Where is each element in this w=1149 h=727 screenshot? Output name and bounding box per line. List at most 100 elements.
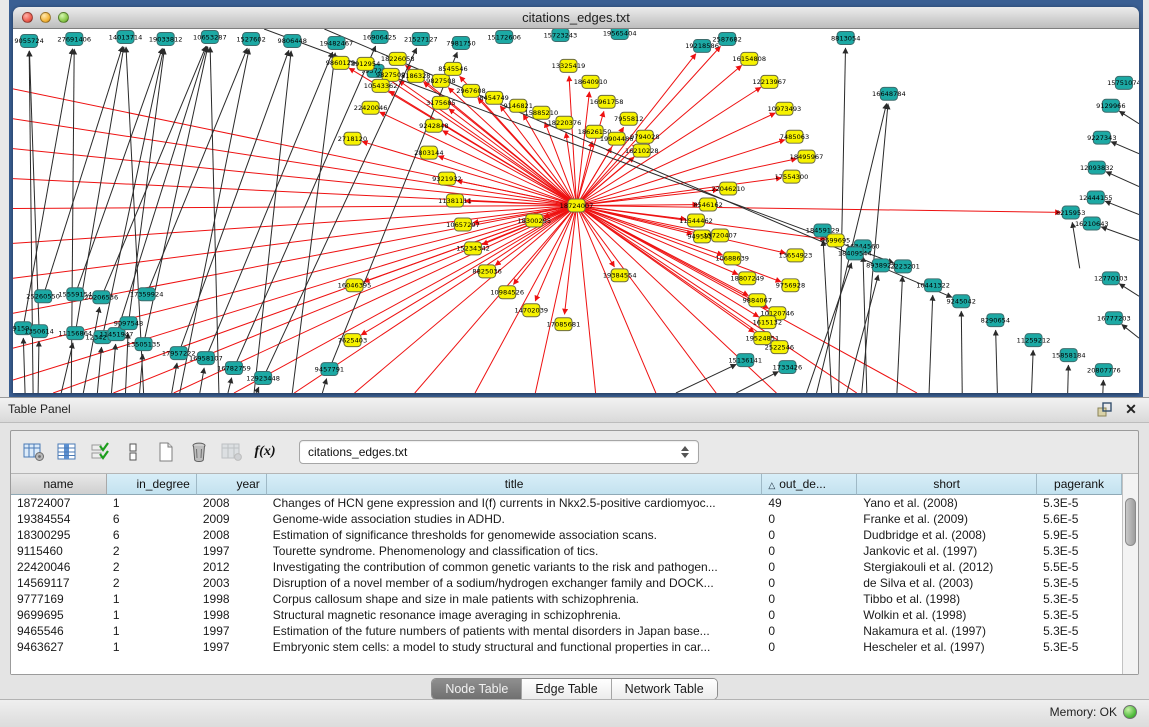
graph-node[interactable]: 13505135 xyxy=(127,338,161,351)
table-mode-icon[interactable] xyxy=(21,439,47,465)
graph-node[interactable]: 27691406 xyxy=(57,32,91,45)
graph-node[interactable]: 20807776 xyxy=(1087,364,1121,377)
column-header-pagerank[interactable]: pagerank xyxy=(1037,474,1122,495)
graph-node[interactable]: 9884067 xyxy=(743,294,772,307)
graph-node[interactable]: 25260550 xyxy=(26,290,60,303)
graph-node[interactable]: 15172606 xyxy=(487,30,521,43)
table-row[interactable]: 1872400712008Changes of HCN gene express… xyxy=(11,495,1122,511)
graph-node[interactable]: 10984526 xyxy=(490,286,524,299)
table-cell[interactable]: Estimation of significance thresholds fo… xyxy=(267,527,763,543)
table-cell[interactable]: 0 xyxy=(762,591,857,607)
graph-node[interactable]: 12770103 xyxy=(1094,272,1128,285)
delete-table-icon[interactable] xyxy=(219,439,245,465)
table-cell[interactable]: Jankovic et al. (1997) xyxy=(857,543,1037,559)
tab-node-table[interactable]: Node Table xyxy=(432,679,522,699)
row-height-icon[interactable] xyxy=(120,439,146,465)
selection-mode-icon[interactable] xyxy=(87,439,113,465)
graph-node[interactable]: 1350614 xyxy=(24,325,53,338)
table-cell[interactable]: 2 xyxy=(107,575,197,591)
table-cell[interactable]: Franke et al. (2009) xyxy=(857,511,1037,527)
graph-node[interactable]: 11259212 xyxy=(1017,334,1051,347)
graph-node[interactable]: 7981750 xyxy=(446,36,475,49)
graph-node[interactable]: 9756928 xyxy=(776,279,805,292)
graph-node[interactable]: 15723243 xyxy=(544,29,578,41)
table-cell[interactable]: Yano et al. (2008) xyxy=(857,495,1037,511)
graph-node[interactable]: 16777203 xyxy=(1097,312,1131,325)
table-cell[interactable]: 5.3E-5 xyxy=(1037,607,1122,623)
graph-node[interactable]: 16906425 xyxy=(363,30,397,43)
table-cell[interactable]: 9699695 xyxy=(11,607,107,623)
table-cell[interactable]: 14569117 xyxy=(11,575,107,591)
table-cell[interactable]: Stergiakouli et al. (2012) xyxy=(857,559,1037,575)
table-cell[interactable]: 5.3E-5 xyxy=(1037,575,1122,591)
graph-node[interactable]: 19904486 xyxy=(600,132,634,145)
table-cell[interactable]: 1997 xyxy=(197,639,267,655)
table-row[interactable]: 946362711997Embryonic stem cells: a mode… xyxy=(11,639,1122,655)
graph-node[interactable]: 10543362 xyxy=(364,79,398,92)
table-cell[interactable]: Changes of HCN gene expression and I(f) … xyxy=(267,495,763,511)
table-row[interactable]: 1938455462009Genome-wide association stu… xyxy=(11,511,1122,527)
table-cell[interactable]: 1 xyxy=(107,591,197,607)
graph-node[interactable]: 12923448 xyxy=(246,372,280,385)
table-cell[interactable]: 18300295 xyxy=(11,527,107,543)
table-selector-dropdown[interactable]: citations_edges.txt xyxy=(299,440,699,464)
graph-node[interactable]: 13654923 xyxy=(779,249,813,262)
table-cell[interactable]: 9777169 xyxy=(11,591,107,607)
table-cell[interactable]: 22420046 xyxy=(11,559,107,575)
function-builder-icon[interactable]: f(x) xyxy=(252,439,278,465)
graph-node[interactable]: 16046395 xyxy=(338,279,372,292)
table-cell[interactable]: Dudbridge et al. (2008) xyxy=(857,527,1037,543)
graph-node[interactable]: 10441322 xyxy=(916,279,950,292)
table-cell[interactable]: 1997 xyxy=(197,543,267,559)
table-cell[interactable]: 5.3E-5 xyxy=(1037,623,1122,639)
table-cell[interactable]: 49 xyxy=(762,495,857,511)
graph-node[interactable]: 11381111 xyxy=(438,194,472,207)
table-cell[interactable]: 2008 xyxy=(197,527,267,543)
graph-node[interactable]: 18220376 xyxy=(548,116,582,129)
table-cell[interactable]: 2012 xyxy=(197,559,267,575)
graph-node[interactable]: 2522546 xyxy=(765,341,794,354)
close-panel-icon[interactable]: ✕ xyxy=(1123,401,1139,417)
graph-node[interactable]: 17554300 xyxy=(775,170,809,183)
network-graph[interactable]: 9055724276914061401371419033812106532871… xyxy=(13,29,1139,393)
table-cell[interactable]: 1998 xyxy=(197,607,267,623)
graph-node[interactable]: 16154808 xyxy=(732,52,766,65)
graph-node[interactable]: 7955812 xyxy=(614,112,643,125)
graph-node[interactable]: 18640910 xyxy=(574,75,608,88)
column-header-name[interactable]: name xyxy=(11,474,107,495)
graph-node[interactable]: 8813054 xyxy=(831,31,860,44)
table-cell[interactable]: 5.3E-5 xyxy=(1037,639,1122,655)
table-cell[interactable]: Investigating the contribution of common… xyxy=(267,559,763,575)
table-cell[interactable]: 5.3E-5 xyxy=(1037,591,1122,607)
table-cell[interactable]: 9463627 xyxy=(11,639,107,655)
graph-node[interactable]: 19033812 xyxy=(149,32,183,45)
graph-node[interactable]: 7625403 xyxy=(338,334,367,347)
table-cell[interactable]: 1998 xyxy=(197,591,267,607)
graph-node[interactable]: 14013714 xyxy=(109,30,143,43)
graph-node[interactable]: 15234342 xyxy=(456,242,490,255)
table-cell[interactable]: Tourette syndrome. Phenomenology and cla… xyxy=(267,543,763,559)
column-header-short[interactable]: short xyxy=(857,474,1037,495)
graph-node[interactable]: 9806448 xyxy=(277,34,306,47)
graph-node[interactable]: 2718120 xyxy=(338,132,367,145)
table-row[interactable]: 1456911722003Disruption of a novel membe… xyxy=(11,575,1122,591)
table-cell[interactable]: 2003 xyxy=(197,575,267,591)
graph-node[interactable]: 15751074 xyxy=(1107,76,1139,89)
graph-node[interactable]: 18409544 xyxy=(838,247,872,260)
graph-node[interactable]: 19482467 xyxy=(320,36,354,49)
table-row[interactable]: 1830029562008Estimation of significance … xyxy=(11,527,1122,543)
table-cell[interactable]: Estimation of the future numbers of pati… xyxy=(267,623,763,639)
tab-network-table[interactable]: Network Table xyxy=(612,679,717,699)
column-header-year[interactable]: year xyxy=(197,474,267,495)
graph-node[interactable]: 16648784 xyxy=(872,87,906,100)
graph-node[interactable]: 21527127 xyxy=(404,32,438,45)
graph-node[interactable]: 18807249 xyxy=(730,272,764,285)
graph-node[interactable]: 7485063 xyxy=(780,130,809,143)
column-visibility-icon[interactable] xyxy=(54,439,80,465)
graph-node[interactable]: 16782759 xyxy=(217,362,251,375)
column-header-out-de-[interactable]: △out_de... xyxy=(762,474,857,495)
graph-node[interactable]: 20206536 xyxy=(85,291,119,304)
table-cell[interactable]: 0 xyxy=(762,511,857,527)
graph-node[interactable]: 2803144 xyxy=(414,146,443,159)
graph-node[interactable]: 8546162 xyxy=(693,198,722,211)
